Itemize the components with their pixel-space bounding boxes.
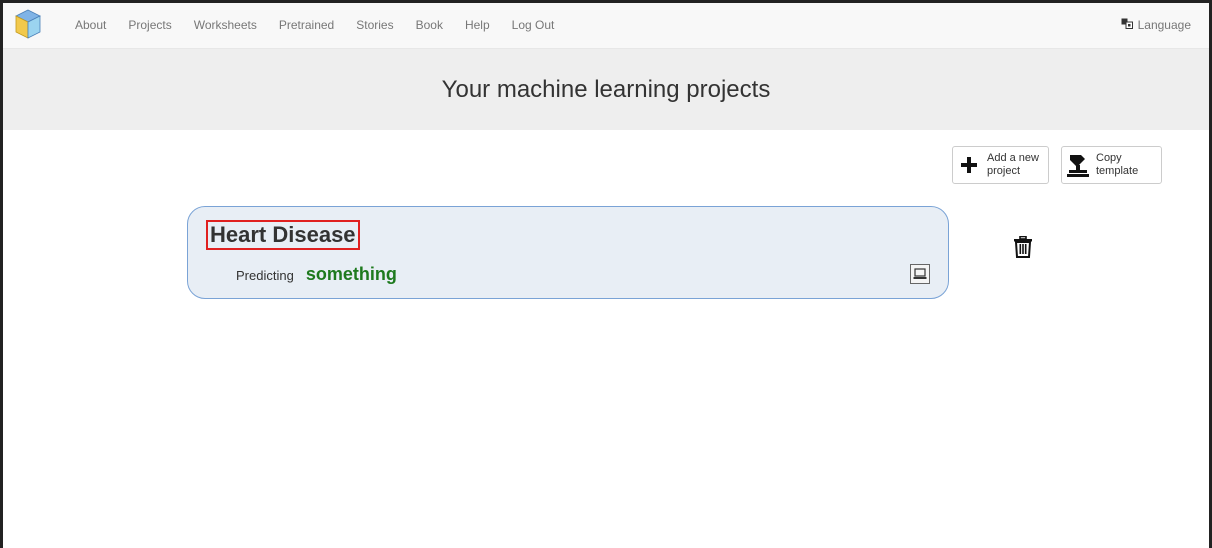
page-banner: Your machine learning projects <box>3 49 1209 130</box>
nav-pretrained[interactable]: Pretrained <box>279 3 334 47</box>
project-name: Heart Disease <box>206 220 360 250</box>
project-card[interactable]: Heart Disease Predicting something <box>187 206 949 299</box>
nav-menu: About Projects Worksheets Pretrained Sto… <box>75 3 576 47</box>
laptop-icon <box>910 264 930 284</box>
nav-worksheets[interactable]: Worksheets <box>194 3 257 47</box>
trash-icon[interactable] <box>1014 235 1032 258</box>
nav-stories[interactable]: Stories <box>356 3 393 47</box>
page-title: Your machine learning projects <box>441 75 771 103</box>
add-project-label: Add a new project <box>987 152 1039 177</box>
project-type-line: Predicting something <box>236 264 397 285</box>
cube-logo-icon[interactable] <box>15 9 41 39</box>
nav-log-out[interactable]: Log Out <box>512 3 555 47</box>
nav-projects[interactable]: Projects <box>128 3 171 47</box>
translate-icon <box>1121 18 1133 32</box>
top-navbar: About Projects Worksheets Pretrained Sto… <box>3 3 1209 49</box>
language-selector[interactable]: Language <box>1121 3 1191 47</box>
copy-template-label: Copy template <box>1096 152 1139 177</box>
nav-help[interactable]: Help <box>465 3 490 47</box>
nav-book[interactable]: Book <box>416 3 443 47</box>
copy-template-button[interactable]: Copy template <box>1061 146 1162 184</box>
language-label: Language <box>1137 18 1191 32</box>
predicting-label: Predicting <box>236 268 294 283</box>
plus-icon <box>955 157 983 173</box>
add-project-button[interactable]: Add a new project <box>952 146 1049 184</box>
nav-about[interactable]: About <box>75 3 106 47</box>
project-type: something <box>305 264 397 284</box>
copy-template-icon <box>1064 153 1092 177</box>
